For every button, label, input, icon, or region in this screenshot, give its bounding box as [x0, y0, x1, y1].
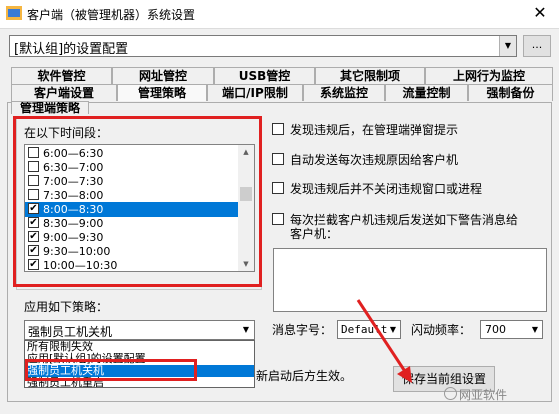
tab-web-behavior[interactable]: 上网行为监控 — [425, 67, 553, 84]
checkbox[interactable] — [272, 153, 284, 165]
strategy-select[interactable]: 强制员工机关机 ▼ — [24, 320, 255, 340]
frequency-select[interactable]: 700 ▼ — [480, 320, 543, 339]
fontsize-select[interactable]: Default ▼ — [337, 320, 401, 339]
fontsize-select-value: Default — [341, 323, 388, 336]
strategy-label: 应用如下策略： — [24, 300, 109, 314]
chevron-down-icon[interactable]: ▼ — [238, 321, 254, 339]
checkbox[interactable] — [272, 123, 284, 135]
strategy-select-value: 强制员工机关机 — [28, 325, 113, 339]
tab-management-policy[interactable]: 管理策略 — [117, 84, 207, 101]
chevron-down-icon[interactable]: ▼ — [386, 321, 400, 338]
warning-message-textarea[interactable] — [273, 248, 547, 312]
config-select-value: [默认组]的设置配置 — [14, 42, 129, 57]
checkbox[interactable] — [272, 182, 284, 194]
title-bar: 客户端（被管理机器）系统设置 ✕ — [0, 0, 559, 29]
tab-other-limits[interactable]: 其它限制项 — [315, 67, 425, 84]
tab-url-control[interactable]: 网址管控 — [112, 67, 214, 84]
tab-traffic-control[interactable]: 流量控制 — [385, 84, 468, 101]
close-button[interactable]: ✕ — [528, 3, 552, 23]
watermark-text: 网亚软件 — [459, 388, 508, 402]
browse-button[interactable]: ... — [523, 35, 551, 57]
app-icon — [6, 6, 22, 20]
tab-forced-backup[interactable]: 强制备份 — [468, 84, 553, 101]
watermark-logo-icon — [444, 387, 457, 400]
annotation-highlight-box — [13, 116, 262, 287]
tab-software-control[interactable]: 软件管控 — [11, 67, 112, 84]
tab-usb-control[interactable]: USB管控 — [214, 67, 315, 84]
tab-port-ip-limit[interactable]: 端口/IP限制 — [207, 84, 303, 101]
tab-system-monitor[interactable]: 系统监控 — [303, 84, 385, 101]
window-title: 客户端（被管理机器）系统设置 — [27, 8, 196, 22]
frequency-select-value: 700 — [485, 323, 506, 336]
tab-client-settings[interactable]: 客户端设置 — [11, 84, 117, 101]
annotation-highlight-box — [25, 359, 197, 381]
checkbox[interactable] — [272, 213, 284, 225]
chevron-down-icon[interactable]: ▼ — [499, 36, 516, 56]
config-select[interactable]: [默认组]的设置配置 ▼ — [9, 35, 517, 57]
hint-text: 新启动后方生效。 — [256, 369, 353, 383]
chevron-down-icon[interactable]: ▼ — [528, 321, 542, 338]
fontsize-label: 消息字号： — [272, 323, 333, 337]
tab-admin-policy[interactable]: 管理端策略 — [11, 101, 89, 114]
frequency-label: 闪动频率： — [411, 323, 472, 337]
